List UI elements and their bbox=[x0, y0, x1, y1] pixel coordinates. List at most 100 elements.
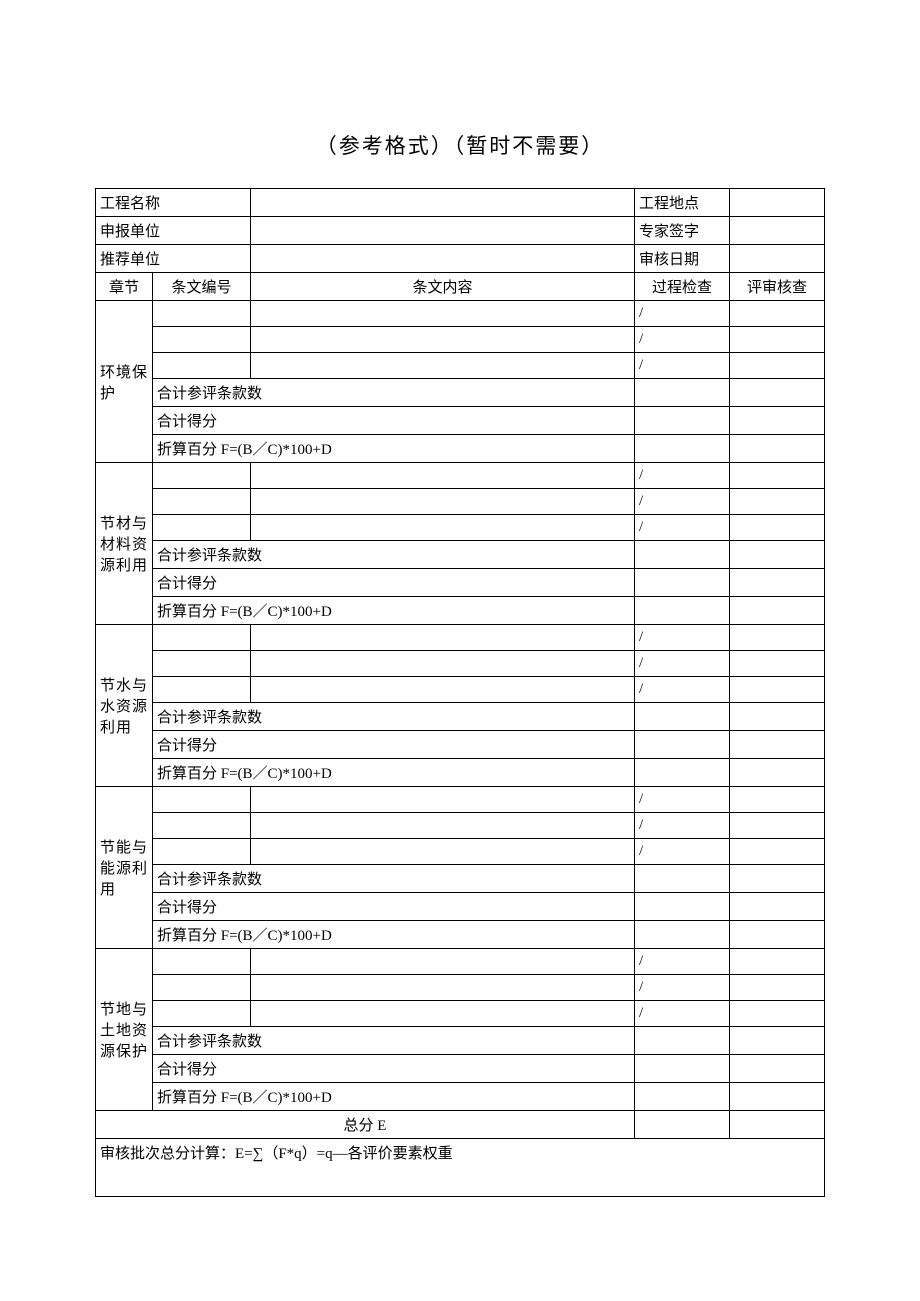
section-1-content-2 bbox=[251, 515, 635, 541]
section-0-datarow-2: / bbox=[96, 353, 825, 379]
section-2-total-score: 合计得分 bbox=[96, 731, 825, 759]
section-3-content-1 bbox=[251, 813, 635, 839]
section-4-review-2 bbox=[730, 1001, 825, 1027]
section-3-process-2: / bbox=[635, 839, 730, 865]
section-4-formula: 折算百分 F=(B／C)*100+D bbox=[96, 1083, 825, 1111]
section-4-formula-review bbox=[730, 1083, 825, 1111]
section-0-review-2 bbox=[730, 353, 825, 379]
section-0-total-items: 合计参评条款数 bbox=[96, 379, 825, 407]
header-row-0: 工程名称 工程地点 bbox=[96, 189, 825, 217]
section-3-total-items-review bbox=[730, 865, 825, 893]
section-4-total-score-process bbox=[635, 1055, 730, 1083]
section-3-formula-review bbox=[730, 921, 825, 949]
section-1-code-2 bbox=[153, 515, 251, 541]
section-3-code-1 bbox=[153, 813, 251, 839]
section-3-content-0 bbox=[251, 787, 635, 813]
header-row-1: 申报单位 专家签字 bbox=[96, 217, 825, 245]
section-3-content-2 bbox=[251, 839, 635, 865]
section-0-formula: 折算百分 F=(B／C)*100+D bbox=[96, 435, 825, 463]
section-4-total-score: 合计得分 bbox=[96, 1055, 825, 1083]
section-2-total-score-label: 合计得分 bbox=[153, 731, 635, 759]
section-4-process-0: / bbox=[635, 949, 730, 975]
section-4-review-0 bbox=[730, 949, 825, 975]
column-header-row: 章节 条文编号 条文内容 过程检查 评审核查 bbox=[96, 273, 825, 301]
section-2-process-2: / bbox=[635, 677, 730, 703]
section-4-code-2 bbox=[153, 1001, 251, 1027]
section-0-process-1: / bbox=[635, 327, 730, 353]
section-2-total-items-review bbox=[730, 703, 825, 731]
section-0-total-items-review bbox=[730, 379, 825, 407]
section-4-review-1 bbox=[730, 975, 825, 1001]
section-2-datarow-2: / bbox=[96, 677, 825, 703]
section-0-code-1 bbox=[153, 327, 251, 353]
col-header-review: 评审核查 bbox=[730, 273, 825, 301]
section-3-total-items-label: 合计参评条款数 bbox=[153, 865, 635, 893]
section-1-content-0 bbox=[251, 463, 635, 489]
section-1-total-items-label: 合计参评条款数 bbox=[153, 541, 635, 569]
section-1-process-2: / bbox=[635, 515, 730, 541]
col-header-content: 条文内容 bbox=[251, 273, 635, 301]
section-0-total-score-label: 合计得分 bbox=[153, 407, 635, 435]
section-2-content-1 bbox=[251, 651, 635, 677]
section-1-review-0 bbox=[730, 463, 825, 489]
section-1-datarow-1: / bbox=[96, 489, 825, 515]
section-0-content-1 bbox=[251, 327, 635, 353]
section-2-datarow-1: / bbox=[96, 651, 825, 677]
section-0-total-items-process bbox=[635, 379, 730, 407]
section-0-review-1 bbox=[730, 327, 825, 353]
section-0-datarow-1: / bbox=[96, 327, 825, 353]
section-1-total-score-label: 合计得分 bbox=[153, 569, 635, 597]
header-right-value-2 bbox=[730, 245, 825, 273]
section-1-process-1: / bbox=[635, 489, 730, 515]
section-2-review-0 bbox=[730, 625, 825, 651]
section-3-code-0 bbox=[153, 787, 251, 813]
section-0-code-0 bbox=[153, 301, 251, 327]
section-2-review-2 bbox=[730, 677, 825, 703]
col-header-section: 章节 bbox=[96, 273, 153, 301]
section-0-formula-process bbox=[635, 435, 730, 463]
section-1-total-score-review bbox=[730, 569, 825, 597]
section-2-datarow-0: 节水与水资源利用 / bbox=[96, 625, 825, 651]
section-1-label: 节材与材料资源利用 bbox=[96, 463, 153, 625]
form-table: 工程名称 工程地点 申报单位 专家签字 推荐单位 审核日期 章节 条文编号 条文… bbox=[95, 188, 825, 1197]
section-3-review-2 bbox=[730, 839, 825, 865]
section-0-content-2 bbox=[251, 353, 635, 379]
total-e-process bbox=[635, 1111, 730, 1139]
page-title: （参考格式）（暂时不需要） bbox=[95, 130, 825, 160]
section-0-content-0 bbox=[251, 301, 635, 327]
section-4-content-1 bbox=[251, 975, 635, 1001]
section-4-formula-process bbox=[635, 1083, 730, 1111]
header-right-label-0: 工程地点 bbox=[635, 189, 730, 217]
section-1-datarow-2: / bbox=[96, 515, 825, 541]
section-3-review-1 bbox=[730, 813, 825, 839]
total-e-row: 总分 E bbox=[96, 1111, 825, 1139]
section-1-content-1 bbox=[251, 489, 635, 515]
header-row-2: 推荐单位 审核日期 bbox=[96, 245, 825, 273]
section-1-total-items-review bbox=[730, 541, 825, 569]
section-4-process-1: / bbox=[635, 975, 730, 1001]
section-3-label: 节能与能源利用 bbox=[96, 787, 153, 949]
header-right-label-1: 专家签字 bbox=[635, 217, 730, 245]
section-4-formula-label: 折算百分 F=(B／C)*100+D bbox=[153, 1083, 635, 1111]
total-e-label: 总分 E bbox=[96, 1111, 635, 1139]
section-2-total-items-process bbox=[635, 703, 730, 731]
section-1-formula-process bbox=[635, 597, 730, 625]
section-4-total-items-label: 合计参评条款数 bbox=[153, 1027, 635, 1055]
col-header-code: 条文编号 bbox=[153, 273, 251, 301]
section-1-review-2 bbox=[730, 515, 825, 541]
section-0-total-score-process bbox=[635, 407, 730, 435]
section-1-formula-label: 折算百分 F=(B／C)*100+D bbox=[153, 597, 635, 625]
section-2-formula-review bbox=[730, 759, 825, 787]
section-4-label: 节地与土地资源保护 bbox=[96, 949, 153, 1111]
section-4-datarow-1: / bbox=[96, 975, 825, 1001]
section-3-formula-process bbox=[635, 921, 730, 949]
section-2-total-items-label: 合计参评条款数 bbox=[153, 703, 635, 731]
section-2-process-1: / bbox=[635, 651, 730, 677]
section-4-code-0 bbox=[153, 949, 251, 975]
section-0-code-2 bbox=[153, 353, 251, 379]
section-1-total-items: 合计参评条款数 bbox=[96, 541, 825, 569]
section-1-code-1 bbox=[153, 489, 251, 515]
section-2-content-2 bbox=[251, 677, 635, 703]
section-2-process-0: / bbox=[635, 625, 730, 651]
section-0-process-0: / bbox=[635, 301, 730, 327]
